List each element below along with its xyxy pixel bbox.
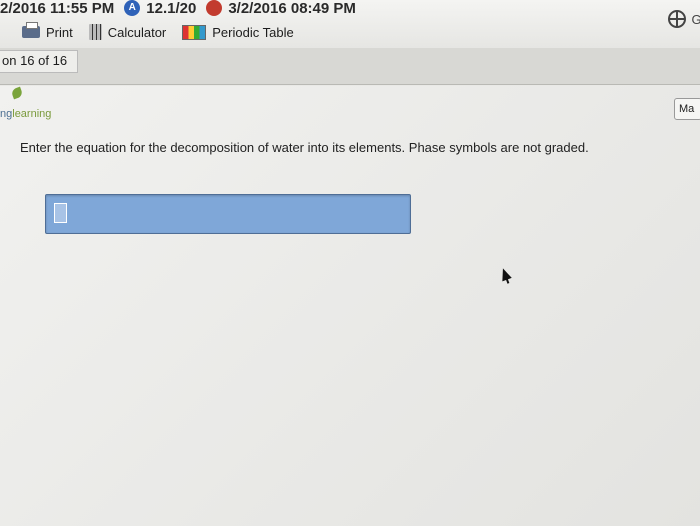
content-area: nglearning Ma Enter the equation for the… bbox=[0, 86, 700, 526]
input-caret-box bbox=[54, 203, 67, 223]
brand-prefix: ng bbox=[0, 108, 13, 120]
printer-icon bbox=[22, 22, 40, 38]
corner-button[interactable]: Ma bbox=[674, 98, 700, 120]
due-date-text: 3/2/2016 08:49 PM bbox=[228, 0, 356, 17]
global-label: Gr bbox=[691, 11, 700, 27]
print-button[interactable]: Print bbox=[22, 22, 73, 40]
question-text: Enter the equation for the decomposition… bbox=[20, 140, 589, 155]
mouse-cursor-icon bbox=[498, 266, 512, 282]
status-row: 2/2016 11:55 PM A 12.1/20 3/2/2016 08:49… bbox=[0, 0, 356, 20]
global-link[interactable]: Gr bbox=[667, 10, 700, 28]
print-label: Print bbox=[46, 24, 73, 40]
top-toolbar: 2/2016 11:55 PM A 12.1/20 3/2/2016 08:49… bbox=[0, 0, 700, 48]
due-date-icon bbox=[206, 0, 223, 16]
question-tab[interactable]: on 16 of 16 bbox=[0, 50, 79, 73]
question-tab-bar: on 16 of 16 bbox=[0, 48, 700, 85]
brand-word: learning bbox=[12, 108, 52, 120]
periodic-table-icon bbox=[182, 24, 207, 40]
calculator-label: Calculator bbox=[107, 24, 167, 40]
score-text: 12.1/20 bbox=[146, 0, 197, 17]
calculator-icon bbox=[88, 24, 102, 40]
answer-input[interactable] bbox=[45, 194, 411, 234]
periodic-table-label: Periodic Table bbox=[212, 24, 294, 40]
calculator-button[interactable]: Calculator bbox=[88, 24, 167, 40]
score-icon: A bbox=[124, 0, 141, 16]
brand-logo: nglearning bbox=[0, 86, 52, 120]
leaf-icon bbox=[10, 86, 24, 100]
globe-icon bbox=[667, 10, 686, 28]
tool-links: Print Calculator Periodic Table bbox=[22, 22, 294, 40]
status-left-text: 2/2016 11:55 PM bbox=[0, 0, 115, 17]
periodic-table-button[interactable]: Periodic Table bbox=[182, 24, 294, 40]
